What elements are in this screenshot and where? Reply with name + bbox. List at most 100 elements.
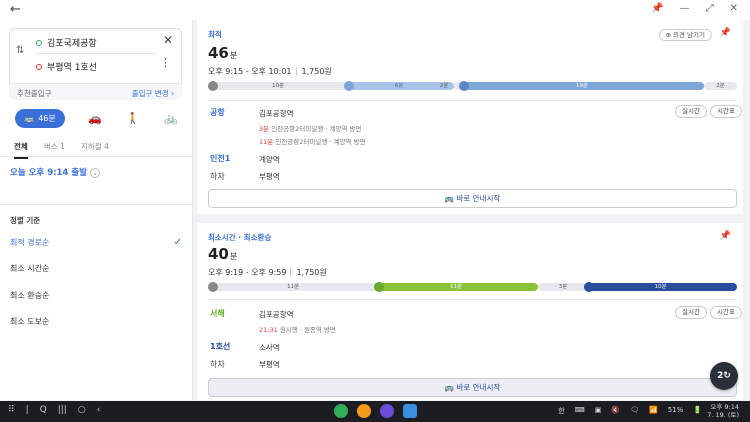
train-icon <box>459 81 469 91</box>
clock-date: 7. 19. (토) <box>707 411 739 419</box>
more-icon[interactable]: ⋮ <box>160 56 171 69</box>
route-timeline: 10분 6분 2분 19분 2분 <box>208 81 737 91</box>
route-card[interactable]: 최적 ⊕ 의견 남기기 📌 46분 오후 9:15 - 오후 10:01 1,75… <box>197 20 743 214</box>
pin-icon[interactable]: 📌 <box>651 3 663 14</box>
clock-time: 오후 9:14 <box>710 403 739 411</box>
route-card[interactable]: 최소시간 · 최소환승 📌 40분 오후 9:19 - 오후 9:59 1,750… <box>197 223 743 400</box>
route-tabs: 전체 버스 1 지하철 4 <box>0 137 193 159</box>
app-icon[interactable] <box>380 404 394 418</box>
window-tools: 📌 — ⤢ ✕ <box>651 3 738 14</box>
step-line-label: 서해 <box>210 309 225 318</box>
car-icon[interactable]: 🚗 <box>87 112 103 125</box>
separator: | <box>25 405 29 415</box>
step-line-label: 1호선 <box>210 342 231 351</box>
change-exit-link[interactable]: 출입구 변경 › <box>132 88 174 99</box>
swap-icon[interactable]: ⇅ <box>16 45 24 56</box>
destination-field[interactable]: 부평역 1호선 <box>36 60 97 73</box>
back-icon[interactable]: ‹ <box>97 405 101 415</box>
battery-percent: 51% <box>667 406 684 414</box>
status-icons: 한 ⌨ ▣ 🔇 🗨 📶 51% 🔋 <box>558 406 702 416</box>
step-station: 김포공항역 <box>259 310 294 319</box>
left-panel: ⇅ 김포국제공항 부평역 1호선 ✕ ⋮ 추천출입구 출입구 변경 › 🚌 46… <box>0 20 193 400</box>
step-station: 소사역 <box>259 343 280 352</box>
home-icon[interactable]: ○ <box>78 405 86 415</box>
step-line-label: 인천1 <box>210 154 231 163</box>
segment-transit: 11분 <box>374 283 538 291</box>
realtime-button[interactable]: 실시간 <box>675 105 707 118</box>
close-window-icon[interactable]: ✕ <box>730 3 738 14</box>
recents-icon[interactable]: ||| <box>58 405 67 415</box>
segment-transit: 19분 <box>460 82 704 90</box>
taskbar: ⠿ | Q ||| ○ ‹ 한 ⌨ ▣ 🔇 🗨 📶 51% 🔋 오후 9:14 … <box>0 401 750 422</box>
step-station: 계양역 <box>259 155 280 164</box>
segment-transfer: 3분 <box>538 283 588 291</box>
pin-icon[interactable]: 📌 <box>720 28 731 38</box>
app-icon[interactable] <box>334 404 348 418</box>
refresh-fab[interactable]: 2↻ <box>710 362 738 390</box>
divider <box>208 299 737 300</box>
step-station: 김포공항역 <box>259 109 294 118</box>
search-icon[interactable]: Q <box>40 405 47 415</box>
origin-field[interactable]: 김포국제공항 <box>36 36 97 49</box>
divider <box>0 204 193 205</box>
arrival-info: 11분 인천공항2터미널행 · 계양역 방면 <box>259 138 366 146</box>
language-indicator[interactable]: 한 <box>558 406 564 416</box>
tab-bus[interactable]: 버스 1 <box>44 141 65 152</box>
back-arrow-icon[interactable]: ← <box>10 2 21 17</box>
route-duration: 46분 <box>208 44 238 62</box>
step-line-label: 공항 <box>210 108 225 117</box>
sort-optimal[interactable]: 최적 경로순 <box>10 237 49 248</box>
walk-icon[interactable]: 🚶 <box>125 112 141 125</box>
mode-transit-label: 46분 <box>38 113 56 123</box>
tab-subway[interactable]: 지하철 4 <box>81 141 109 152</box>
origin-dot-icon <box>36 39 42 46</box>
step-alight-label: 하차 <box>210 172 225 181</box>
sort-min-transfer[interactable]: 최소 환승순 <box>10 290 49 301</box>
bus-icon: 🚌 <box>24 113 35 123</box>
route-fare: 1,750원 <box>295 67 332 76</box>
pin-icon[interactable]: 📌 <box>720 231 731 241</box>
sort-min-walk[interactable]: 최소 도보순 <box>10 316 49 327</box>
arrival-info: 21:31 원시행 · 원종역 방면 <box>259 326 336 334</box>
app-icon[interactable] <box>357 404 371 418</box>
segment-walk: 2분 <box>704 82 737 90</box>
mode-transit-button[interactable]: 🚌 46분 <box>15 108 65 128</box>
recommend-exit-label: 추천출입구 <box>17 89 52 98</box>
chat-icon[interactable]: 🗨 <box>630 406 639 416</box>
destination-dot-icon <box>36 63 42 70</box>
route-times: 오후 9:15 - 오후 10:01 1,750원 <box>208 67 332 76</box>
divider <box>36 53 156 54</box>
route-fare: 1,750원 <box>290 268 327 277</box>
battery-icon: 🔋 <box>693 406 702 414</box>
feedback-button[interactable]: ⊕ 의견 남기기 <box>658 29 712 41</box>
close-icon[interactable]: ✕ <box>163 33 173 47</box>
chevron-down-icon: ⌄ <box>89 168 100 178</box>
walk-icon <box>208 282 218 292</box>
bike-icon[interactable]: 🚲 <box>163 112 179 125</box>
tab-all[interactable]: 전체 <box>14 141 28 159</box>
mute-icon[interactable]: 🔇 <box>611 406 620 416</box>
timetable-button[interactable]: 시간표 <box>710 105 742 118</box>
route-timeline: 11분 11분 3분 10분 <box>208 282 737 292</box>
timetable-button[interactable]: 시간표 <box>710 306 742 319</box>
play-store-icon[interactable] <box>403 404 417 418</box>
sort-min-time[interactable]: 최소 시간순 <box>10 263 49 274</box>
screen-icon[interactable]: ▣ <box>595 406 602 416</box>
exit-row: 추천출입구 출입구 변경 › <box>9 83 182 100</box>
realtime-button[interactable]: 실시간 <box>675 306 707 319</box>
segment-walk: 11분 <box>208 283 378 291</box>
train-icon <box>374 282 384 292</box>
taskbar-apps <box>334 404 417 418</box>
destination-text: 부평역 1호선 <box>47 63 97 73</box>
segment-transfer: 2분 <box>439 83 449 89</box>
route-tag: 최적 <box>208 30 222 39</box>
resize-icon[interactable]: ⤢ <box>706 3 714 14</box>
divider <box>208 100 737 101</box>
minimize-icon[interactable]: — <box>680 3 690 14</box>
apps-grid-icon[interactable]: ⠿ <box>8 405 15 415</box>
clock[interactable]: 오후 9:14 7. 19. (토) <box>707 403 739 419</box>
keyboard-icon[interactable]: ⌨ <box>575 406 585 416</box>
start-guide-button[interactable]: 🚌 바로 안내시작 <box>208 378 737 397</box>
start-guide-button[interactable]: 🚌 바로 안내시작 <box>208 189 737 208</box>
departure-time[interactable]: 오늘 오후 9:14 출발 ⌄ <box>10 166 100 178</box>
